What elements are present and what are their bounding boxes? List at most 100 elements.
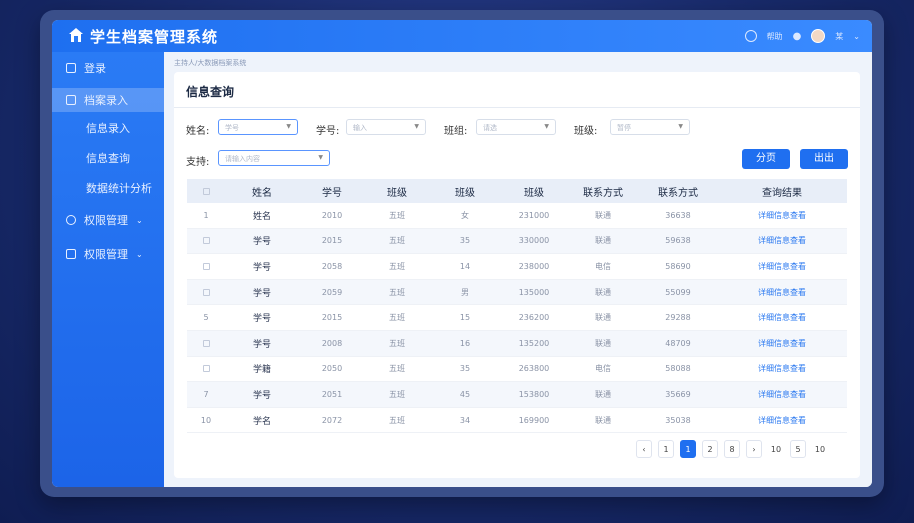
header-select-all[interactable] [187,179,225,203]
group-label: 班级: [574,126,598,137]
chevron-down-icon[interactable]: ⌄ [853,32,860,41]
sidebar-item-archive-entry[interactable]: 档案录入 [52,88,164,112]
table-row[interactable]: 学籍 2050 五班 35 263800 电信 58088 详细信息查看 [187,357,847,383]
sidebar: 登录 档案录入 信息录入 信息查询 数据统计分析 权限管理 ⌄ 权限管理 ⌄ [52,52,164,487]
checkbox[interactable] [202,339,210,347]
main-content: 主持人/大数据档案系统 信息查询 姓名: 学号 ▼ 学号: 输入 ▼ 班组: 请… [164,52,872,487]
user-name[interactable]: 某 [835,31,843,42]
table-cell: 16 [459,338,471,348]
page-button[interactable]: 10 [812,440,828,458]
export-button[interactable]: 出出 [800,149,848,169]
table-cell: 联通 [595,210,611,220]
table-cell: 学号 [252,390,271,401]
paginate-button[interactable]: 分页 [742,149,790,169]
class-select[interactable]: 请选 ▼ [476,119,556,135]
table-cell: 学号 [252,288,271,299]
sidebar-item-label: 权限管理 [84,248,128,261]
id-select[interactable]: 输入 ▼ [346,119,426,135]
table-cell: 238000 [518,261,550,271]
checkbox[interactable] [202,288,210,296]
checkbox[interactable] [202,262,210,270]
group-select[interactable]: 暂停 ▼ [610,119,690,135]
page-button[interactable]: 2 [702,440,718,458]
support-placeholder: 请输入内容 [225,155,260,163]
table-cell: 263800 [518,364,550,374]
prev-page-button[interactable]: ‹ [636,440,652,458]
table-row[interactable]: 学号 2015 五班 35 330000 联通 59638 详细信息查看 [187,228,847,255]
table-cell: 联通 [595,313,611,323]
table-cell: 联通 [595,287,611,297]
user-group-icon[interactable]: ● [793,31,802,42]
name-select[interactable]: 学号 ▼ [218,119,298,135]
detail-link[interactable]: 详细信息查看 [717,357,847,382]
table-row[interactable]: 10 学名 2072 五班 34 169900 联通 35038 详细信息查看 [187,408,847,434]
checkbox[interactable] [202,365,210,373]
avatar[interactable] [811,29,826,43]
chevron-down-icon: ⌄ [136,215,143,225]
table-cell: 135200 [518,338,550,348]
sidebar-item-permissions-2[interactable]: 权限管理 ⌄ [52,242,164,266]
detail-link[interactable]: 详细信息查看 [717,382,847,407]
next-page-button[interactable]: › [746,440,762,458]
table-cell: 236200 [518,313,550,323]
page-button[interactable]: 5 [790,440,806,458]
table-cell: 五班 [389,236,405,246]
app-window: 学生档案管理系统 帮助 ● 某 ⌄ 登录 档案录入 信息录入 信息查询 数据统计… [52,20,872,487]
detail-link[interactable]: 详细信息查看 [717,254,847,279]
table-cell: 学号 [252,262,271,273]
table-cell: 34 [459,415,471,425]
sidebar-item-label: 数据统计分析 [86,182,152,195]
table-cell: 联通 [595,415,611,425]
detail-link[interactable]: 详细信息查看 [717,305,847,330]
table-row[interactable]: 学号 2058 五班 14 238000 电信 58690 详细信息查看 [187,254,847,280]
name-placeholder: 学号 [225,124,239,132]
app-title: 学生档案管理系统 [90,28,219,46]
page-button[interactable]: 10 [768,440,784,458]
sidebar-item-permissions[interactable]: 权限管理 ⌄ [52,208,164,232]
table-row[interactable]: 5 学号 2015 五班 15 236200 联通 29288 详细信息查看 [187,305,847,331]
header-cell: 联系方式 [583,187,623,199]
table-cell: 231000 [518,210,550,220]
detail-link[interactable]: 详细信息查看 [717,280,847,305]
header-cell: 查询结果 [762,187,802,199]
home-logo-icon [69,28,83,42]
chevron-down-icon: ⌄ [136,249,143,259]
chevron-down-icon: ▼ [414,123,419,130]
table-row[interactable]: 学号 2059 五班 男 135000 联通 55099 详细信息查看 [187,279,847,306]
chevron-down-icon: ▼ [318,154,323,161]
sidebar-item-label: 权限管理 [84,214,128,227]
support-select[interactable]: 请输入内容 ▼ [218,150,330,166]
page-button[interactable]: 1 [680,440,696,458]
detail-link[interactable]: 详细信息查看 [717,331,847,356]
row-select-cell: 1 [203,210,209,220]
help-icon[interactable] [744,30,757,42]
id-label: 学号: [316,126,340,137]
page-button[interactable]: 8 [724,440,740,458]
table-row[interactable]: 7 学号 2051 五班 45 153800 联通 35669 详细信息查看 [187,382,847,408]
detail-link[interactable]: 详细信息查看 [717,229,847,254]
checkbox[interactable] [202,237,210,245]
row-select-cell: 10 [200,415,212,425]
row-select-cell [187,254,225,279]
row-select-cell [187,331,225,356]
header-cell: 班级 [524,187,544,199]
table-cell: 35 [459,364,471,374]
table-row[interactable]: 学号 2008 五班 16 135200 联通 48709 详细信息查看 [187,330,847,357]
table-cell: 联通 [595,236,611,246]
help-label[interactable]: 帮助 [767,31,783,42]
row-select-cell [187,357,225,382]
detail-link[interactable]: 详细信息查看 [717,203,847,228]
permission-icon [66,215,76,225]
table-cell: 2015 [321,236,343,246]
header-cell: 班级 [387,187,407,199]
sidebar-item-login[interactable]: 登录 [52,56,164,80]
table-cell: 36638 [665,210,691,220]
top-bar: 学生档案管理系统 帮助 ● 某 ⌄ [52,20,872,52]
checkbox[interactable] [202,187,210,195]
table-cell: 五班 [389,313,405,323]
page-button[interactable]: 1 [658,440,674,458]
table-row[interactable]: 1 姓名 2010 五班 女 231000 联通 36638 详细信息查看 [187,203,847,229]
chevron-down-icon: ▼ [678,123,683,130]
detail-link[interactable]: 详细信息查看 [717,408,847,433]
archive-icon [66,95,76,105]
